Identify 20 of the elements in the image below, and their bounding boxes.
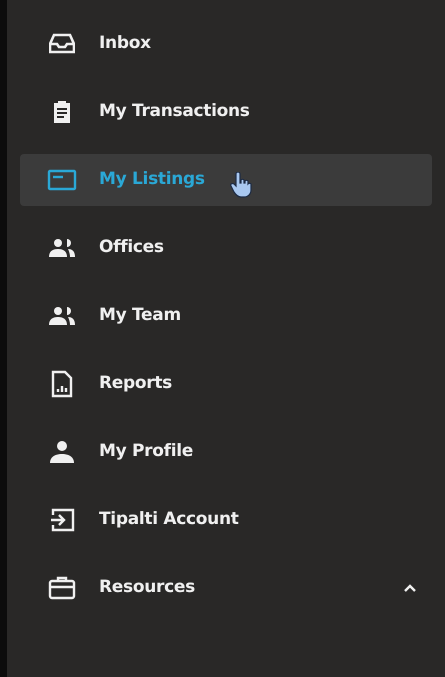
people-icon — [48, 238, 76, 258]
report-icon — [51, 370, 73, 398]
login-icon — [49, 508, 75, 532]
sidebar-item[interactable]: My Team — [20, 290, 432, 342]
clipboard-icon — [52, 100, 72, 124]
sidebar-item[interactable]: Offices — [20, 222, 432, 274]
sidebar-item[interactable]: My Listings — [20, 154, 432, 206]
inbox-icon — [49, 33, 75, 55]
sidebar-item[interactable]: Inbox — [20, 18, 432, 70]
sidebar-item[interactable]: Reports — [20, 358, 432, 410]
briefcase-icon — [48, 576, 76, 600]
sidebar-item[interactable]: Resources — [20, 562, 432, 614]
sidebar-item[interactable]: Tipalti Account — [20, 494, 432, 546]
caret-up-icon — [404, 584, 416, 592]
sidebar-item[interactable]: My Transactions — [20, 86, 432, 138]
person-icon — [49, 440, 75, 464]
card-icon — [47, 169, 77, 191]
hand-cursor-icon — [230, 172, 252, 198]
people-icon — [48, 306, 76, 326]
sidebar-item[interactable]: My Profile — [20, 426, 432, 478]
